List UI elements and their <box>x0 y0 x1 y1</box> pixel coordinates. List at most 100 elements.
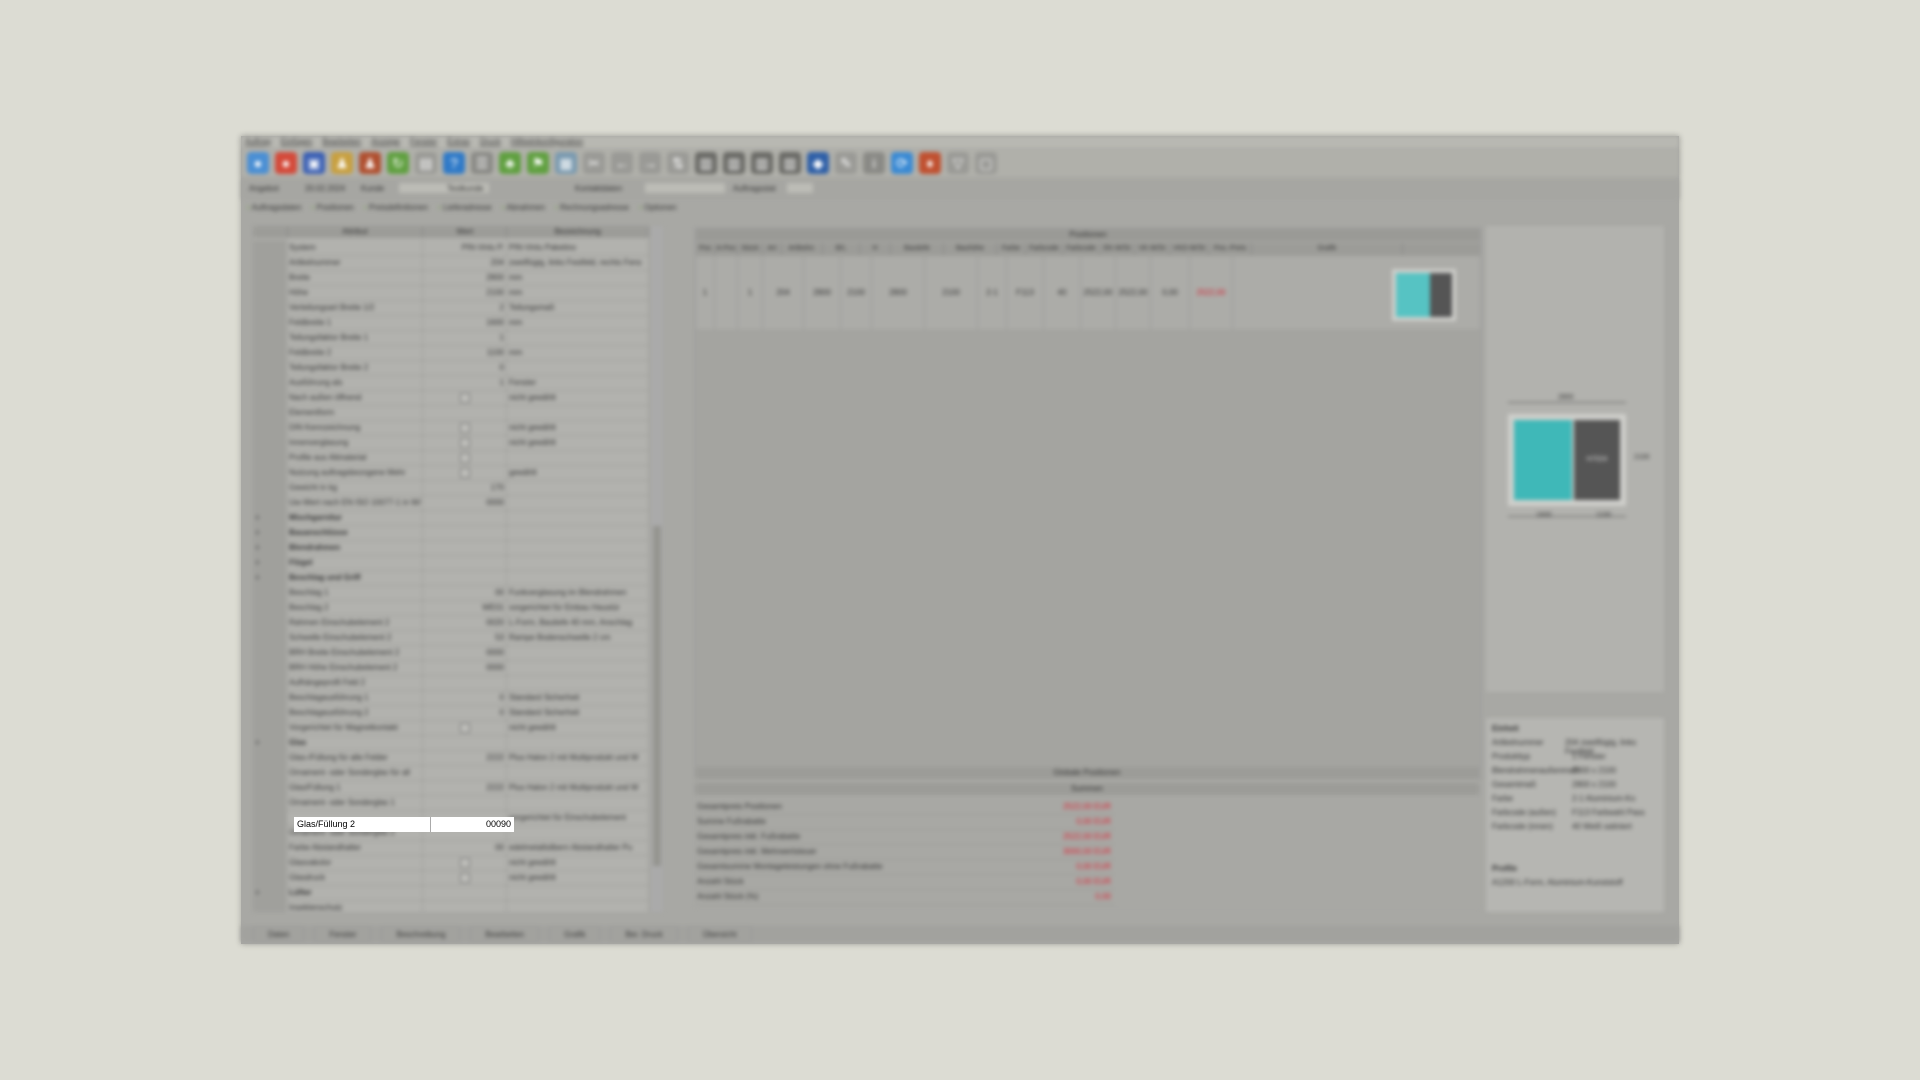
row-value[interactable]: PIN-Vinlu P. <box>423 240 507 255</box>
row-value[interactable] <box>423 720 507 735</box>
row-value[interactable] <box>423 555 507 570</box>
row-value[interactable] <box>423 435 507 450</box>
table-row[interactable]: Elementform <box>253 405 649 421</box>
row-value[interactable]: 00 <box>423 840 507 855</box>
table-row[interactable]: Glas-/Füllung für alle Felder 2222 Plus Ha… <box>253 750 649 766</box>
table-row[interactable]: Feldbreite 1 1600 mm <box>253 315 649 331</box>
table-row[interactable]: Nutzung auftragsbezogene Mehr gewählt <box>253 465 649 481</box>
positions-column-header[interactable]: Stück <box>738 243 763 255</box>
positions-column-header[interactable]: A-Pos <box>715 243 738 255</box>
row-value[interactable]: 2222 <box>423 780 507 795</box>
flag-icon[interactable]: ⚑ <box>527 152 549 174</box>
table-row[interactable]: Beschlagausführung 1 0 Standard Sicherheit <box>253 690 649 706</box>
row-value[interactable]: 2 <box>423 300 507 315</box>
row-value[interactable] <box>423 855 507 870</box>
table-row[interactable]: Glasvakolor nicht gewählt <box>253 855 649 871</box>
table-row[interactable]: Ornament- oder Sonderglas für all <box>253 765 649 781</box>
table-row[interactable]: + Glas <box>253 735 649 751</box>
row-value[interactable]: 0 <box>423 360 507 375</box>
row-value[interactable]: 1600 <box>423 315 507 330</box>
positions-column-header[interactable]: Bauhöhe <box>944 243 997 255</box>
table-row[interactable]: Ornament- oder Sonderglas 1 <box>253 795 649 811</box>
tab[interactable]: Abnahmen <box>502 200 545 216</box>
pins-icon[interactable]: ♦ <box>919 152 941 174</box>
row-value[interactable]: 2100 <box>423 285 507 300</box>
table-row[interactable]: Verteilungsart Breite 1/2 2 Teilungsmaß <box>253 300 649 316</box>
expand-icon[interactable]: + <box>253 735 287 750</box>
expand-icon[interactable]: + <box>253 555 287 570</box>
row-value[interactable] <box>423 450 507 465</box>
edit-row-value-input[interactable]: 00090 <box>430 817 514 832</box>
row-value[interactable]: 204 <box>423 255 507 270</box>
print-icon[interactable]: ▥ <box>695 152 717 174</box>
positions-column-header[interactable]: Bautiefe <box>891 243 944 255</box>
table-row[interactable]: Ausführung als 1 Fenster <box>253 375 649 391</box>
global-positions-header[interactable]: Globale Positionen <box>695 767 1479 779</box>
row-value[interactable]: 0000 <box>423 645 507 660</box>
table-row[interactable]: Breite 2800 mm <box>253 270 649 286</box>
positions-column-header[interactable]: H <box>860 243 891 255</box>
export-icon[interactable]: ▥ <box>751 152 773 174</box>
tree-icon[interactable]: ♣ <box>499 152 521 174</box>
table-row[interactable]: + Beschlag und Griff <box>253 570 649 586</box>
row-value[interactable] <box>423 870 507 885</box>
globe-icon[interactable]: ◆ <box>807 152 829 174</box>
row-value[interactable]: 0 <box>423 690 507 705</box>
document-icon[interactable]: ▤ <box>415 152 437 174</box>
move-icon[interactable]: ⇅ <box>667 152 689 174</box>
checkbox[interactable] <box>459 392 470 403</box>
row-value[interactable]: 170 <box>423 480 507 495</box>
row-value[interactable] <box>423 465 507 480</box>
bottom-tab[interactable]: Beschreibung <box>381 926 461 942</box>
row-value[interactable] <box>423 510 507 525</box>
checkbox[interactable] <box>459 437 470 448</box>
column-attribute[interactable]: Attribut <box>288 226 424 238</box>
table-row[interactable]: Rahmen Einschubelement 2 0020 L-Form, Baut… <box>253 615 649 631</box>
menu-item[interactable]: Auftrag <box>245 136 271 148</box>
positions-column-header[interactable]: Farbcode <box>1026 243 1063 255</box>
grid-icon[interactable]: ▦ <box>555 152 577 174</box>
checkbox[interactable] <box>459 722 470 733</box>
column-description[interactable]: Bezeichnung <box>507 226 649 238</box>
expand-icon[interactable]: + <box>253 510 287 525</box>
sums-header[interactable]: Summen <box>695 783 1479 795</box>
bottom-tab[interactable]: Fenster <box>314 926 372 942</box>
positions-column-header[interactable]: Pos.-Preis <box>1209 243 1252 255</box>
users-icon[interactable]: ♟ <box>331 152 353 174</box>
table-row[interactable]: + Bauanschlüsse <box>253 525 649 541</box>
row-value[interactable] <box>423 570 507 585</box>
row-value[interactable]: 0 <box>423 705 507 720</box>
table-row[interactable]: + Flügel <box>253 555 649 571</box>
expand-icon[interactable]: + <box>253 885 287 900</box>
arrow-left-icon[interactable]: ← <box>611 152 633 174</box>
table-row[interactable]: + Blendrahmen <box>253 540 649 556</box>
menu-item[interactable]: Einfügen <box>281 136 313 148</box>
checkbox[interactable] <box>459 422 470 433</box>
row-value[interactable]: 2800 <box>423 270 507 285</box>
bottom-tab[interactable]: Grafik <box>549 926 601 942</box>
filter-icon[interactable]: ▽ <box>947 152 969 174</box>
row-value[interactable] <box>423 900 507 912</box>
positions-column-header[interactable]: VK-W/St <box>1135 243 1170 255</box>
positions-column-header[interactable]: Farbe <box>997 243 1026 255</box>
table-row[interactable]: + Lüfter <box>253 885 649 901</box>
checkbox[interactable] <box>459 467 470 478</box>
table-row[interactable]: Teilungsfaktor Breite 11 <box>253 330 649 346</box>
table-row[interactable]: BRH Höhe Einschubelement 2 0000 <box>253 660 649 676</box>
bottom-tab[interactable]: Ber. Druck <box>610 926 678 942</box>
contact-field[interactable] <box>645 183 725 193</box>
sync-icon[interactable]: ⟳ <box>891 152 913 174</box>
scrollbar-thumb[interactable] <box>653 526 661 866</box>
help-icon[interactable]: ? <box>443 152 465 174</box>
bottom-tab[interactable]: Daten <box>253 926 305 942</box>
tab[interactable]: Auftragsdaten <box>247 200 302 216</box>
checkbox[interactable] <box>459 872 470 883</box>
positions-column-header[interactable]: Pos <box>696 243 715 255</box>
attribute-scrollbar[interactable] <box>651 226 663 912</box>
table-row[interactable]: Uw-Wert nach EN ISO 10077-1 in W/0000 <box>253 495 649 511</box>
table-row[interactable]: Beschlag 2 WE01 vorgerichtet für Einbau Ha… <box>253 600 649 616</box>
tab[interactable]: Optionen <box>639 200 676 216</box>
table-row[interactable]: Gewicht in kg 170 <box>253 480 649 496</box>
menu-item[interactable]: Druck <box>480 136 501 148</box>
table-row[interactable]: Aufhängeprofil Feld 2 <box>253 675 649 691</box>
